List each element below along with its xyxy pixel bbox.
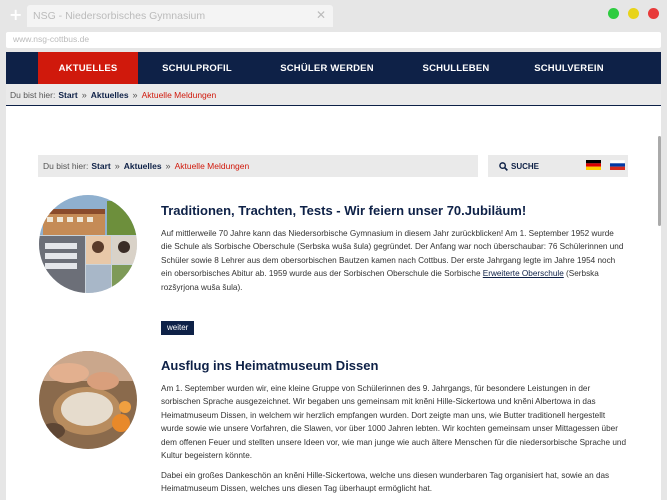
search-label: SUCHE <box>511 161 540 171</box>
main-navigation: AKTUELLES SCHULPROFIL SCHÜLER WERDEN SCH… <box>6 52 661 84</box>
article-title[interactable]: Traditionen, Trachten, Tests - Wir feier… <box>161 203 526 218</box>
nav-item-aktuelles[interactable]: AKTUELLES <box>38 52 138 84</box>
breadcrumb-current[interactable]: Aktuelle Meldungen <box>142 90 217 100</box>
search-button[interactable]: SUCHE <box>488 155 628 177</box>
breadcrumb-label: Du bist hier: <box>43 161 89 171</box>
breadcrumb-aktuelles[interactable]: Aktuelles <box>91 90 129 100</box>
breadcrumb-top: Du bist hier: Start » Aktuelles » Aktuel… <box>6 84 661 106</box>
scrollbar[interactable] <box>658 136 661 226</box>
tab-title: NSG - Niedersorbisches Gymnasium <box>33 10 206 22</box>
article-image-collage[interactable] <box>39 195 137 293</box>
address-bar[interactable]: www.nsg-cottbus.de <box>6 32 661 48</box>
breadcrumb-separator-icon: » <box>132 89 138 100</box>
breadcrumb-current[interactable]: Aktuelle Meldungen <box>175 161 250 171</box>
nav-item-schueler-werden[interactable]: SCHÜLER WERDEN <box>256 52 398 84</box>
url-text: www.nsg-cottbus.de <box>13 34 90 44</box>
search-icon <box>499 161 508 171</box>
breadcrumb-separator-icon: » <box>81 89 87 100</box>
breadcrumb-aktuelles[interactable]: Aktuelles <box>124 161 162 171</box>
breadcrumb-inner: Du bist hier: Start » Aktuelles » Aktuel… <box>38 155 478 177</box>
maximize-window-icon[interactable] <box>608 8 619 19</box>
minimize-window-icon[interactable] <box>628 8 639 19</box>
close-tab-icon[interactable]: ✕ <box>316 8 326 22</box>
new-tab-icon[interactable]: + <box>9 7 23 23</box>
article-text: Dabei ein großes Dankeschön an knĕni Hil… <box>161 471 610 494</box>
breadcrumb-separator-icon: » <box>165 161 171 171</box>
breadcrumb-start[interactable]: Start <box>58 90 77 100</box>
weiter-button[interactable]: weiter <box>161 321 195 335</box>
article-title[interactable]: Ausflug ins Heimatmuseum Dissen <box>161 358 378 373</box>
article-text: Auf mittlerweile 70 Jahre kann das Niede… <box>161 227 626 294</box>
article-image-cooking[interactable] <box>39 351 137 449</box>
breadcrumb-separator-icon: » <box>114 161 120 171</box>
nav-item-schulverein[interactable]: SCHULVEREIN <box>514 52 624 84</box>
german-flag-icon[interactable] <box>586 160 601 170</box>
web-page: AKTUELLES SCHULPROFIL SCHÜLER WERDEN SCH… <box>6 52 661 500</box>
close-window-icon[interactable] <box>648 8 659 19</box>
browser-tab[interactable]: NSG - Niedersorbisches Gymnasium ✕ <box>27 5 333 27</box>
russian-flag-icon[interactable] <box>610 160 625 170</box>
erweiterte-oberschule-link[interactable]: Erweiterte Oberschule <box>483 269 564 278</box>
article-text: Am 1. September wurden wir, eine kleine … <box>161 384 627 461</box>
nav-item-schulleben[interactable]: SCHULLEBEN <box>398 52 514 84</box>
nav-item-schulprofil[interactable]: SCHULPROFIL <box>138 52 256 84</box>
browser-chrome: + NSG - Niedersorbisches Gymnasium ✕ www… <box>0 0 667 52</box>
breadcrumb-label: Du bist hier: <box>10 89 56 100</box>
breadcrumb-start[interactable]: Start <box>91 161 110 171</box>
